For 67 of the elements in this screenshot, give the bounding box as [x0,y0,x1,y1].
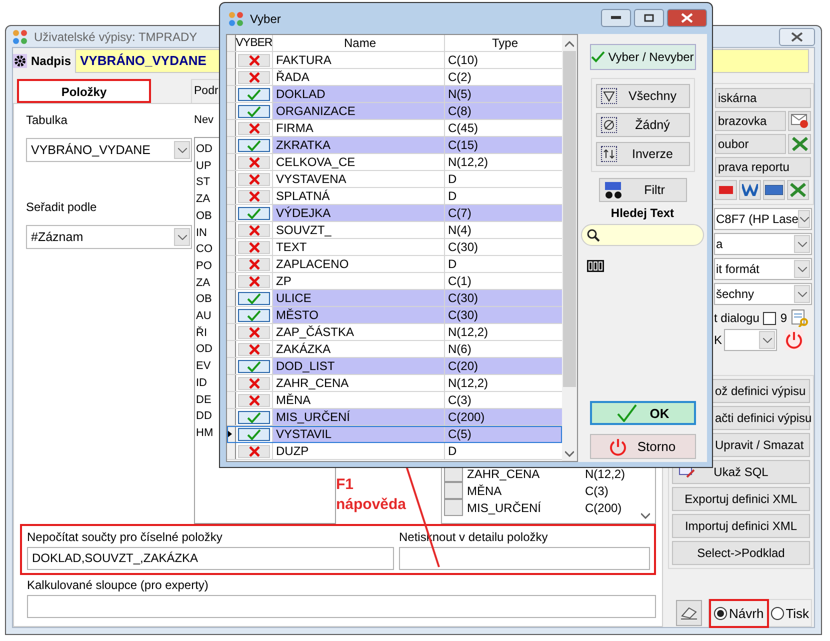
table-cell: C(15) [445,137,562,153]
table-cell: DUZP [273,443,445,459]
table-cell: ZKRATKA [273,137,445,153]
table-cell: ZAHR_CENA [273,375,445,391]
table-cell-text: N(4) [447,222,472,238]
table-cell-text: ZAHR_CENA [467,466,541,480]
table-cell-text: C(2) [447,69,472,85]
table-cell: FIRMA [273,120,445,136]
table-cell: VÝDEJKA [273,205,445,221]
table-cell-text: MIS_URČENÍ [467,500,542,514]
help-annotation: F1 nápověda [336,475,406,515]
table-cell: C(30) [445,307,562,323]
table-cell: SPLATNÁ [273,188,445,204]
table-cell: ZP [273,273,445,289]
dialog-count: 9 [780,311,788,325]
table-cell: MĚSTO [273,307,445,323]
dialog-option-label: t dialogu [714,311,760,325]
table-cell-text: D [447,443,458,459]
table-cell: ORGANIZACE [273,103,445,119]
table-cell: ZAPLACENO [273,256,445,272]
table-cell: MIS_URČENÍ [273,409,445,425]
table-cell-text: D [447,188,458,204]
table-cell-text: N(12,2) [585,466,626,480]
table-cell-text: N(12,2) [447,154,490,170]
table-cell-text: C(45) [447,120,480,136]
table-cell: N(5) [445,86,562,102]
list-label: Nev [194,113,214,128]
table-cell: VYSTAVENA [273,171,445,187]
table-cell: ULICE [273,290,445,306]
table-cell-text: N(12,2) [447,375,490,391]
table-cell: C(200) [445,409,562,425]
table-cell: C(8) [445,103,562,119]
dialog-title: Vyber [250,12,281,26]
table-cell: DOD_LIST [273,358,445,374]
table-cell-text: C(3) [447,392,472,408]
table-cell: ZAP_ČÁSTKA [273,324,445,340]
table-cell-text: C(30) [447,239,480,255]
table-cell-text: D [447,256,458,272]
table-cell-text: N(6) [447,341,472,357]
table-cell: C(20) [445,358,562,374]
table-cell: VYSTAVIL [273,426,445,442]
table-cell-text: MĚNA [467,484,503,498]
table-cell: SOUVZT_ [273,222,445,238]
heading-label: Nadpis [31,54,72,68]
table-cell: C(5) [445,426,562,442]
table-cell: CELKOVA_CE [273,154,445,170]
search-label: Hledej Text [610,206,674,220]
table-cell-text: C(10) [447,52,480,68]
table-cell: ZAKÁZKA [273,341,445,357]
window-title: Uživatelské výpisy: TMPRADY [34,30,198,44]
table-cell: C(7) [445,205,562,221]
table-cell: ŘADA [273,69,445,85]
table-label: Tabulka [26,112,68,128]
sort-label: Seřadit podle [26,199,98,215]
k-label: K [714,333,722,347]
table-cell: TEXT [273,239,445,255]
table-cell: FAKTURA [273,52,445,68]
table-cell-text: C(1) [447,273,472,289]
no-totals-label: Nepočítat součty pro číselné položky [27,529,224,545]
table-cell-text: N(12,2) [447,324,490,340]
calculated-columns-label: Kalkulované sloupce (pro experty) [27,577,210,593]
table-cell: MĚNA [273,392,445,408]
table-cell: DOKLAD [273,86,445,102]
table-cell-text: C(200) [585,500,623,514]
table-cell-text: D [447,171,458,187]
table-cell: C(30) [445,290,562,306]
table-cell-text: C(3) [585,484,610,498]
